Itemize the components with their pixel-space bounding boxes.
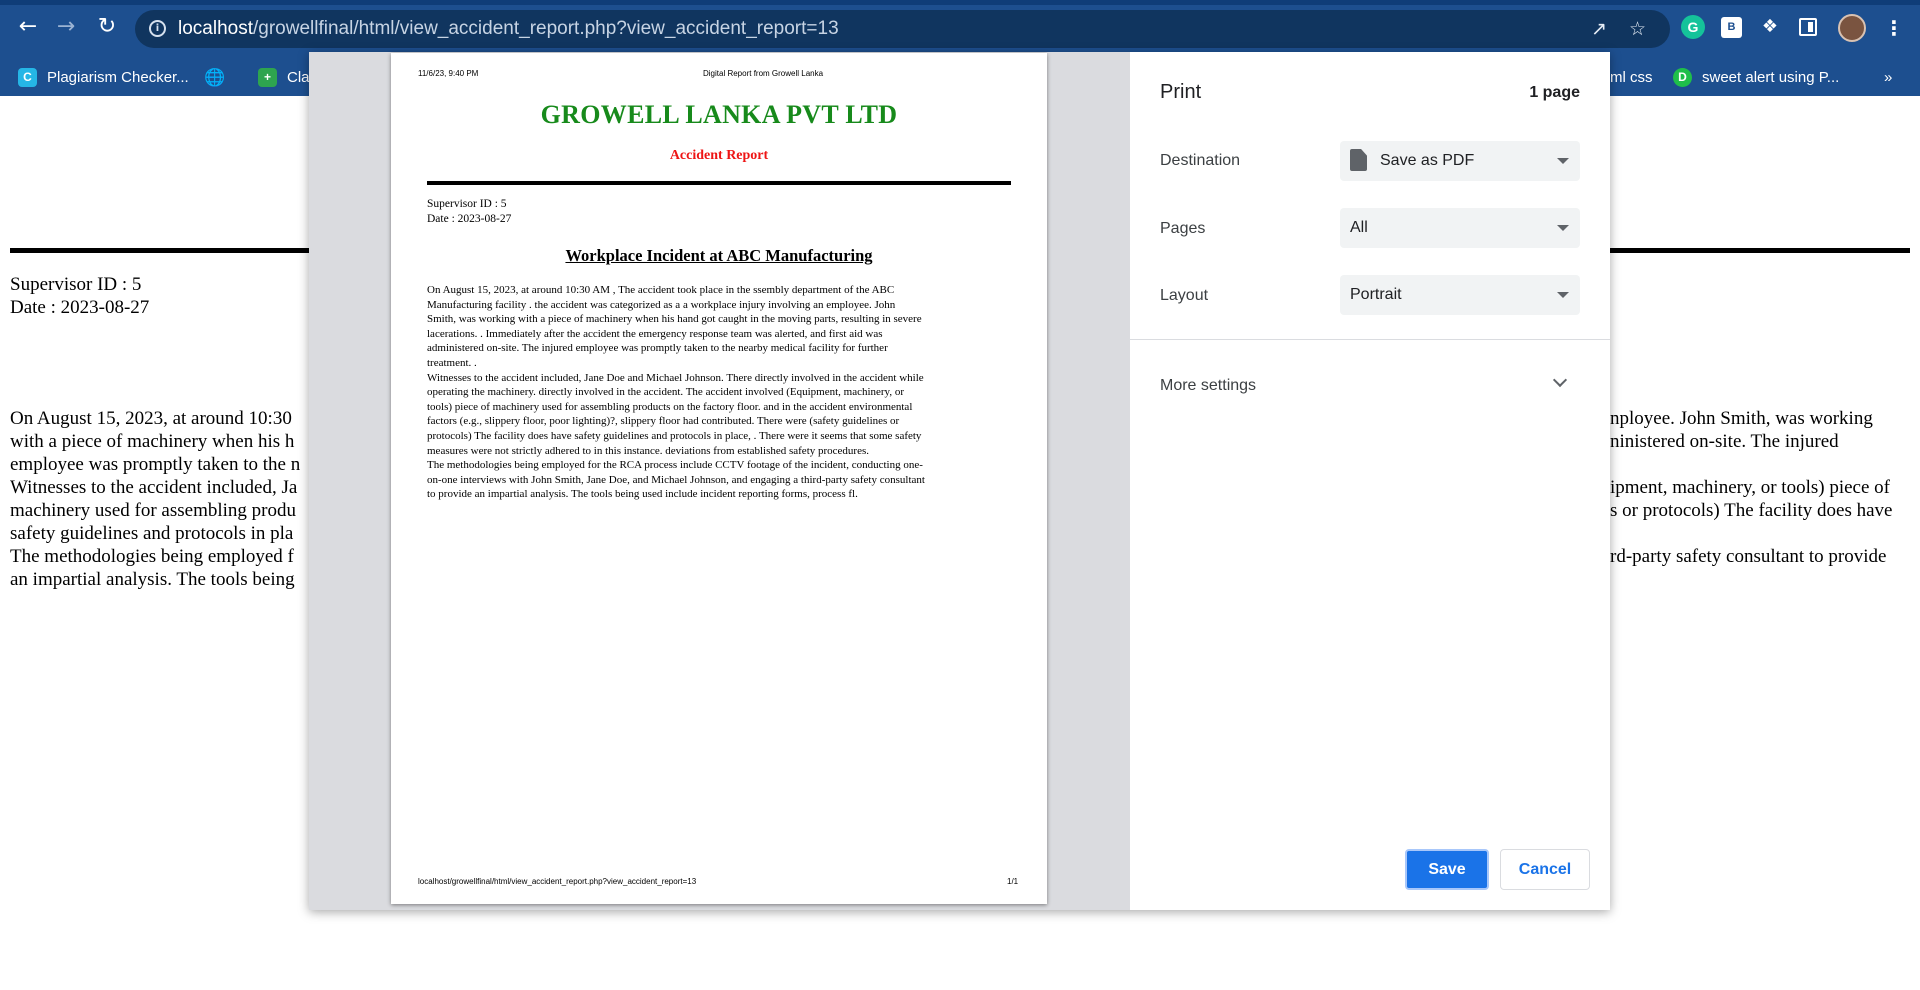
body-line: lacerations. . Immediately after the acc… bbox=[427, 327, 883, 340]
page-body-line: ninistered on-site. The injured bbox=[1610, 431, 1839, 452]
body-line: on-one interviews with John Smith, Jane … bbox=[427, 473, 925, 486]
page-body-line: with a piece of machinery when his h bbox=[10, 431, 295, 452]
bookmark-label: ml css bbox=[1610, 68, 1653, 86]
page-body-line: Witnesses to the accident included, Ja bbox=[10, 477, 298, 498]
profile-avatar[interactable] bbox=[1838, 14, 1866, 42]
preview-header-title: Digital Report from Growell Lanka bbox=[703, 69, 824, 78]
page-body-line: rd-party safety consultant to provide bbox=[1610, 546, 1887, 567]
body-line: protocols) The facility does have safety… bbox=[427, 429, 922, 442]
preview-page: 11/6/23, 9:40 PM Digital Report from Gro… bbox=[391, 53, 1047, 904]
page-date: Date : 2023-08-27 bbox=[10, 297, 150, 318]
page-body-line: ipment, machinery, or tools) piece of bbox=[1610, 477, 1890, 498]
body-line: On August 15, 2023, at around 10:30 AM ,… bbox=[427, 284, 895, 296]
body-line: factors (e.g., slippery floor, poor ligh… bbox=[427, 415, 900, 428]
print-dialog: 11/6/23, 9:40 PM Digital Report from Gro… bbox=[309, 52, 1610, 910]
pdf-file-icon bbox=[1350, 149, 1367, 171]
preview-date: Date : 2023-08-27 bbox=[427, 213, 512, 225]
preview-supervisor-id: Supervisor ID : 5 bbox=[427, 198, 507, 210]
bookmark-globe[interactable]: 🌐 bbox=[204, 65, 233, 89]
sheets-icon: + bbox=[258, 67, 277, 87]
bookmark-label: Cla bbox=[287, 68, 310, 86]
bookmark-star-icon[interactable]: ☆ bbox=[1629, 19, 1646, 39]
forward-icon[interactable]: → bbox=[52, 13, 80, 41]
layout-label: Layout bbox=[1160, 287, 1209, 304]
report-type: Accident Report bbox=[669, 148, 769, 163]
page-body-line: employee was promptly taken to the n bbox=[10, 454, 301, 475]
url-host: localhost bbox=[178, 18, 253, 39]
layout-select[interactable]: Portrait bbox=[1340, 275, 1580, 315]
b-extension-icon[interactable]: B bbox=[1721, 17, 1742, 38]
body-line: to provide an impartial analysis. The to… bbox=[427, 488, 858, 501]
url-path: /growellfinal/html/view_accident_report.… bbox=[253, 18, 839, 39]
more-settings-toggle[interactable]: More settings bbox=[1160, 377, 1256, 395]
page-body-line: machinery used for assembling produ bbox=[10, 500, 296, 521]
layout-value: Portrait bbox=[1350, 286, 1402, 303]
page-count: 1 page bbox=[1529, 84, 1580, 101]
bookmark-classroom[interactable]: + Cla bbox=[258, 65, 310, 89]
pages-label: Pages bbox=[1160, 220, 1206, 237]
dropdown-arrow-icon bbox=[1557, 158, 1569, 164]
dropdown-arrow-icon bbox=[1557, 292, 1569, 298]
page-body-line: s or protocols) The facility does have bbox=[1610, 500, 1893, 521]
pages-select[interactable]: All bbox=[1340, 208, 1580, 248]
browser-menu-icon[interactable]: ⋮ bbox=[1884, 14, 1904, 42]
side-panel-icon[interactable] bbox=[1799, 18, 1817, 36]
preview-header-datetime: 11/6/23, 9:40 PM bbox=[418, 69, 479, 78]
page-body-line: safety guidelines and protocols in pla bbox=[10, 523, 294, 544]
bookmark-label: sweet alert using P... bbox=[1702, 68, 1840, 86]
bookmark-sweet-alert[interactable]: D sweet alert using P... bbox=[1673, 65, 1839, 89]
settings-divider bbox=[1130, 339, 1610, 340]
back-icon[interactable]: ← bbox=[14, 13, 42, 41]
body-line: measures were not strictly adhered to in… bbox=[427, 444, 870, 457]
bookmarks-overflow-icon[interactable]: » bbox=[1884, 65, 1892, 89]
page-body-line: The methodologies being employed f bbox=[10, 546, 294, 567]
body-line: Manufacturing facility . the accident wa… bbox=[427, 298, 896, 311]
bookmark-plagiarism[interactable]: C Plagiarism Checker... bbox=[18, 65, 189, 89]
url-text[interactable]: localhost/growellfinal/html/view_acciden… bbox=[178, 18, 839, 40]
bookmark-label: » bbox=[1884, 68, 1893, 86]
body-line: administered on-site. The injured employ… bbox=[427, 342, 888, 355]
page-body-line: nployee. John Smith, was working bbox=[1610, 408, 1873, 429]
page-body-line: On August 15, 2023, at around 10:30 bbox=[10, 408, 292, 429]
destination-select[interactable]: Save as PDF bbox=[1340, 141, 1580, 181]
destination-label: Destination bbox=[1160, 152, 1241, 169]
preview-footer-url: localhost/growellfinal/html/view_acciden… bbox=[418, 877, 697, 886]
bookmark-css[interactable]: ml css bbox=[1610, 65, 1653, 89]
body-line: tools) piece of machinery used for assem… bbox=[427, 400, 913, 413]
bookmark-label: Plagiarism Checker... bbox=[47, 68, 189, 86]
body-line: The methodologies being employed for the… bbox=[427, 459, 923, 472]
page-body-line: an impartial analysis. The tools being bbox=[10, 569, 295, 590]
body-line: operating the machinery. directly involv… bbox=[427, 386, 905, 399]
sweet-alert-icon: D bbox=[1673, 67, 1692, 87]
page-supervisor-id: Supervisor ID : 5 bbox=[10, 274, 142, 295]
cancel-button[interactable]: Cancel bbox=[1500, 849, 1590, 890]
preview-footer-page: 1/1 bbox=[1007, 877, 1019, 886]
save-button[interactable]: Save bbox=[1405, 849, 1489, 890]
plagiarism-checker-icon: C bbox=[18, 67, 37, 87]
report-title: Workplace Incident at ABC Manufacturing bbox=[565, 246, 873, 265]
extensions-puzzle-icon[interactable]: ❖ bbox=[1758, 15, 1782, 39]
body-line: treatment. . bbox=[427, 356, 477, 369]
grammarly-extension-icon[interactable]: G bbox=[1681, 15, 1705, 39]
globe-icon: 🌐 bbox=[204, 67, 226, 87]
report-body: On August 15, 2023, at around 10:30 AM ,… bbox=[427, 283, 1015, 502]
site-info-icon[interactable]: i bbox=[149, 20, 166, 37]
reload-icon[interactable]: ↻ bbox=[93, 13, 121, 41]
company-name: GROWELL LANKA PVT LTD bbox=[540, 100, 898, 129]
destination-value: Save as PDF bbox=[1380, 152, 1475, 169]
share-icon[interactable]: ↗ bbox=[1591, 19, 1607, 39]
print-settings-panel: Print 1 page Destination Save as PDF Pag… bbox=[1130, 52, 1610, 910]
body-line: Smith, was working with a piece of machi… bbox=[427, 313, 922, 326]
pages-value: All bbox=[1350, 219, 1368, 236]
preview-divider bbox=[427, 181, 1011, 185]
chevron-down-icon[interactable] bbox=[1552, 372, 1568, 388]
body-line: Witnesses to the accident included, Jane… bbox=[427, 371, 924, 384]
tab-strip bbox=[0, 0, 1920, 5]
dropdown-arrow-icon bbox=[1557, 225, 1569, 231]
browser-toolbar: ← → ↻ i localhost/growellfinal/html/view… bbox=[0, 0, 1920, 58]
print-preview-area: 11/6/23, 9:40 PM Digital Report from Gro… bbox=[309, 52, 1130, 910]
print-title: Print bbox=[1160, 81, 1202, 103]
address-bar[interactable]: i localhost/growellfinal/html/view_accid… bbox=[135, 10, 1670, 48]
